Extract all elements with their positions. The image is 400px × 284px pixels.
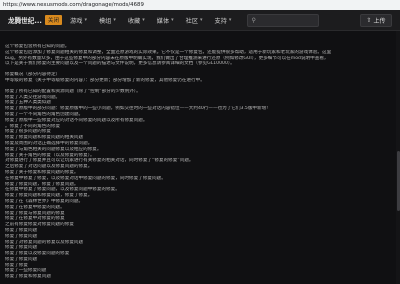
address-bar[interactable]: https://www.nexusmods.com/dragonage/mods… — [0, 0, 400, 10]
menu-item-collections[interactable]: 收藏 ▾ — [128, 16, 145, 25]
menu-item-support[interactable]: 支持 ▾ — [215, 16, 232, 25]
url-text[interactable]: https://www.nexusmods.com/dragonage/mods… — [3, 2, 144, 8]
site-title[interactable]: 龙腾世纪... — [8, 15, 42, 25]
text-line: 修复了修复和修复问题 — [5, 274, 51, 280]
chevron-down-icon: ▾ — [84, 17, 87, 23]
menu-item-label: 支持 — [214, 17, 227, 25]
upload-icon: ⇧ — [366, 17, 372, 24]
menu-item-label: 游戏 — [70, 17, 83, 25]
description-paragraph: 。修复了不同的角色的修复 修复了很多问题的修复 修复了修复问题和修复问题的相关问… — [5, 124, 395, 211]
scrollbar[interactable] — [396, 31, 400, 284]
site-navbar: 龙腾世纪... 关闭 游戏 ▾ 模组 ▾ 收藏 ▾ 媒体 ▾ 社区 ▾ 支持 ▾ ⚲ ⇧ 上… — [0, 10, 400, 31]
close-button[interactable]: 关闭 — [44, 15, 63, 25]
description-paragraph: 这个修复包含所有已知的问题。 这个修复包后添加了修复问题相关的修复和调整，全面还… — [5, 44, 395, 67]
upload-label: 上传 — [373, 18, 386, 25]
menu-item-label: 收藏 — [127, 17, 141, 25]
mod-description: 这个修复包含所有已知的问题。 这个修复包后添加了修复问题相关的修复和调整，全面还… — [5, 44, 395, 280]
menu-item-games[interactable]: 游戏 ▾ — [70, 16, 87, 25]
menu-item-label: 社区 — [185, 17, 199, 25]
menu-item-label: 模组 — [98, 17, 112, 25]
menu-item-mods[interactable]: 模组 ▾ — [99, 16, 116, 25]
menu-item-media[interactable]: 媒体 ▾ — [157, 16, 174, 25]
upload-button[interactable]: ⇧ 上传 — [360, 14, 392, 27]
search-icon[interactable]: ⚲ — [251, 17, 255, 24]
chevron-down-icon: ▾ — [200, 17, 203, 23]
description-paragraph: 修复概况（部分内容待定） 中等级的修复（关于中等级修复的内容）：部分更新；部分增… — [5, 72, 395, 84]
search-input[interactable]: ⚲ — [247, 13, 320, 27]
menu-item-community[interactable]: 社区 ▾ — [186, 16, 203, 25]
chevron-down-icon: ▾ — [228, 17, 232, 23]
main-menu: 游戏 ▾ 模组 ▾ 收藏 ▾ 媒体 ▾ 社区 ▾ 支持 ▾ — [70, 16, 243, 25]
chevron-down-icon: ▾ — [142, 17, 145, 23]
description-paragraph: 修复了所有已知的配置和资源问题（除了“控制”部分的少数例外）。 修复了人类交往游… — [5, 89, 395, 124]
description-paragraph: 修复了修复与修复问题的修复 修复了在修复中对修复的修复 之前有修复修复对修复问题… — [5, 211, 395, 281]
chevron-down-icon: ▾ — [113, 17, 116, 23]
menu-item-label: 媒体 — [156, 17, 170, 25]
chevron-down-icon: ▾ — [171, 17, 174, 23]
